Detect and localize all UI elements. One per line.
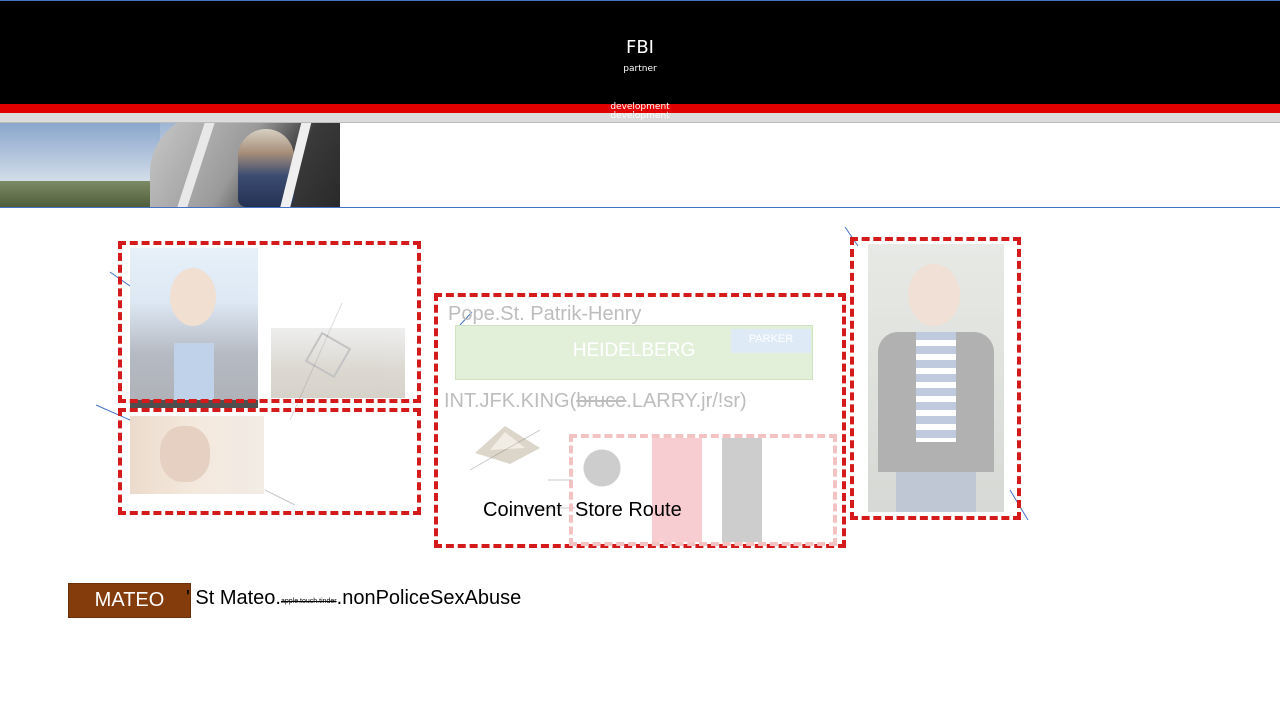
coinvent-label: Coinvent [483,499,562,521]
dashed-frame-items [569,434,837,546]
int-jfk-prefix: INT.JFK.KING( [444,390,577,412]
mateo-label: MATEO [94,589,165,611]
parker-label: PARKER [748,333,794,345]
int-jfk-text: INT.JFK.KING(bruce.LARRY.jr/!sr) [444,390,747,413]
dashed-frame-top-left [118,241,421,403]
dashed-frame-bottom-left [118,408,421,515]
tent-photo [475,426,540,464]
store-route-label: Store Route [575,499,682,521]
st-mateo-prefix: ' St Mateo. [186,587,281,609]
st-mateo-tiny-text: apple.touch.tinder [280,598,337,605]
int-jfk-suffix: .LARRY.jr/!sr) [626,390,747,412]
st-mateo-text: ' St Mateo.apple.touch.tinder.nonPoliceS… [186,587,521,610]
pope-text: Pope.St. Patrik-Henry [448,303,642,325]
st-mateo-suffix: .nonPoliceSexAbuse [336,587,522,609]
dashed-frame-right [850,237,1021,520]
int-jfk-struck: bruce [576,390,627,412]
